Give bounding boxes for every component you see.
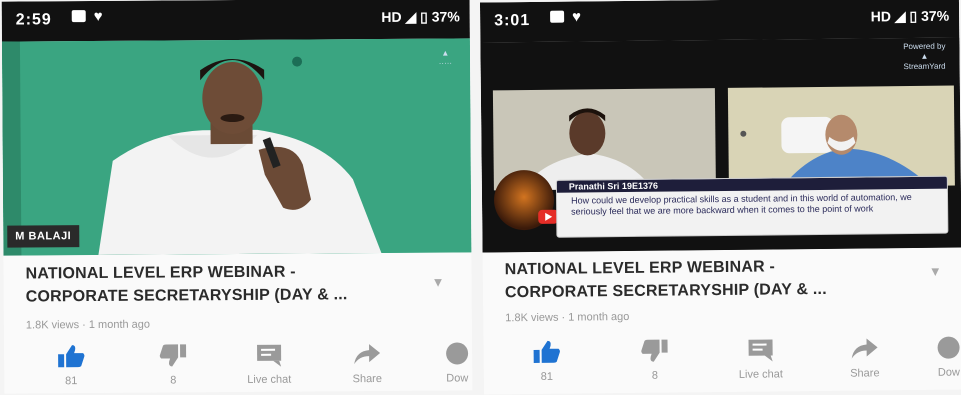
chat-comment-banner: Pranathi Sri 19E1376 How could we develo… — [555, 175, 949, 238]
gallery-icon — [71, 10, 86, 23]
dislike-button[interactable]: 8 — [138, 342, 208, 386]
share-label: Share — [352, 372, 382, 386]
video-meta: 1.8K views · 1 month ago — [25, 318, 151, 332]
chat-username: Pranathi Sri 19E1376 — [556, 176, 949, 193]
chat-icon — [257, 344, 282, 367]
status-time: 2:59 — [15, 11, 52, 29]
status-time: 3:01 — [494, 11, 531, 30]
screenshot-left: 2:59 ♥ HD ◢ ▯ 37% ▲ ····· M BALAJI NATIO… — [1, 0, 473, 394]
live-chat-button[interactable]: Live chat — [725, 336, 795, 381]
action-bar: 81 8 Live chat Share Dow — [4, 340, 472, 387]
like-count: 81 — [65, 375, 78, 388]
share-arrow-icon — [354, 344, 381, 365]
video-player[interactable]: Powered by ▲ StreamYard Pranathi Sri 19E13… — [480, 37, 961, 253]
expand-chevron-icon[interactable]: ▼ — [929, 264, 942, 279]
dislike-button[interactable]: 8 — [619, 337, 689, 382]
share-button[interactable]: Share — [829, 335, 899, 380]
status-right: HD ◢ ▯ 37% — [381, 8, 460, 26]
download-icon — [937, 336, 960, 359]
dislike-count: 8 — [651, 369, 659, 382]
chat-message: How could we develop practical skills as… — [570, 192, 912, 217]
gallery-icon — [550, 10, 565, 23]
video-title-line-2: CORPORATE SECRETARYSHIP (DAY & ... — [25, 286, 348, 306]
video-frame-speaker — [1, 38, 472, 256]
video-title-line-2: CORPORATE SECRETARYSHIP (DAY & ... — [504, 280, 827, 302]
chat-icon — [748, 339, 773, 362]
video-title: NATIONAL LEVEL ERP WEBINAR - CORPORATE S… — [505, 255, 827, 304]
download-label: Dow — [937, 366, 960, 379]
download-label: Dow — [446, 372, 469, 385]
like-button[interactable]: 81 — [36, 343, 106, 387]
expand-chevron-icon[interactable]: ▼ — [432, 275, 445, 290]
streamyard-logo: ▲ ····· — [438, 48, 453, 68]
video-meta: 1.8K views · 1 month ago — [505, 310, 630, 325]
screenshot-right: 3:01 ♥ HD ◢ ▯ 37% Powered by ▲ StreamYard — [479, 0, 961, 395]
dislike-count: 8 — [170, 374, 177, 387]
share-button[interactable]: Share — [332, 341, 402, 385]
streamyard-logo: Powered by ▲ StreamYard — [903, 41, 946, 72]
video-title-line-1: NATIONAL LEVEL ERP WEBINAR - — [504, 258, 776, 279]
status-bar: 2:59 ♥ HD ◢ ▯ 37% — [1, 0, 470, 42]
like-button[interactable]: 81 — [511, 338, 581, 383]
status-indicators: HD ◢ ▯ 37% — [870, 7, 950, 25]
video-player[interactable]: ▲ ····· M BALAJI — [1, 38, 472, 256]
status-bar: 3:01 ♥ HD ◢ ▯ 37% — [479, 0, 960, 43]
status-indicators: HD ◢ ▯ 37% — [381, 8, 460, 25]
thumbs-up-icon — [533, 340, 560, 363]
live-chat-button[interactable]: Live chat — [234, 342, 304, 386]
download-button[interactable]: Dow — [913, 334, 961, 379]
thumbs-down-icon — [641, 339, 668, 362]
action-bar: 81 8 Live chat Share Dow — [483, 334, 961, 383]
video-title: NATIONAL LEVEL ERP WEBINAR - CORPORATE S… — [25, 260, 347, 308]
share-label: Share — [850, 367, 880, 380]
speaker-nameplate: M BALAJI — [7, 225, 80, 248]
thumbs-down-icon — [159, 344, 187, 367]
live-chat-label: Live chat — [738, 368, 783, 381]
thumbs-up-icon — [58, 345, 85, 368]
heart-icon: ♥ — [572, 8, 582, 26]
like-count: 81 — [540, 370, 554, 383]
download-icon — [446, 342, 469, 365]
live-chat-label: Live chat — [247, 373, 292, 386]
share-arrow-icon — [851, 338, 878, 359]
video-title-line-1: NATIONAL LEVEL ERP WEBINAR - — [25, 263, 296, 283]
status-right: HD ◢ ▯ 37% — [871, 8, 950, 26]
download-button[interactable]: Dow — [422, 340, 472, 385]
heart-icon: ♥ — [93, 7, 103, 25]
